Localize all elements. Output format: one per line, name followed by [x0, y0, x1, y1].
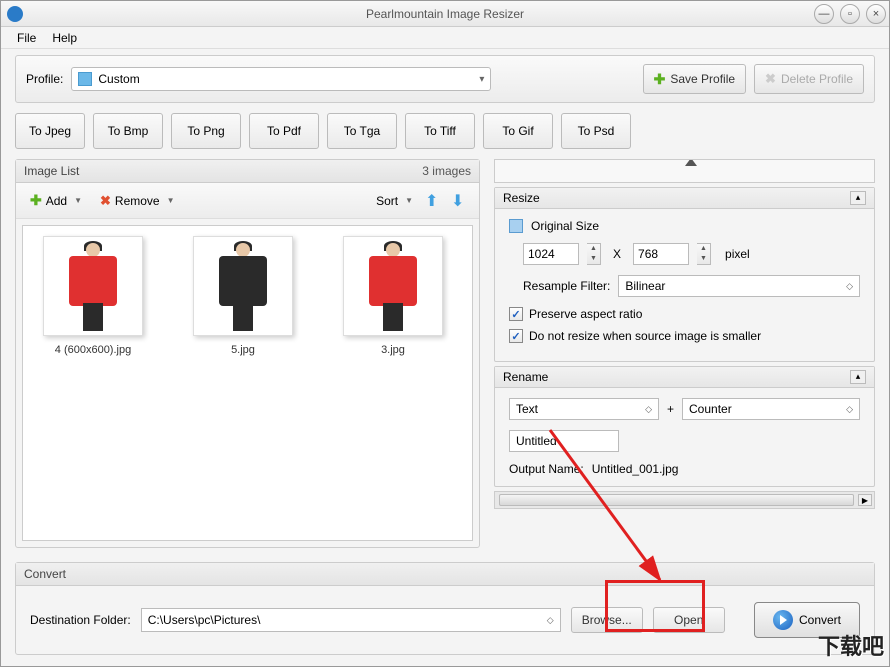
close-button[interactable]: ×	[866, 4, 886, 24]
format-tab-to-bmp[interactable]: To Bmp	[93, 113, 163, 149]
unit-label: pixel	[725, 247, 750, 261]
list-item[interactable]: 5.jpg	[183, 236, 303, 356]
delete-icon: ✖	[765, 71, 776, 87]
destination-label: Destination Folder:	[30, 613, 131, 627]
no-resize-smaller-checkbox[interactable]	[509, 329, 523, 343]
profile-value: Custom	[98, 72, 139, 86]
image-count: 3 images	[422, 164, 471, 178]
height-input[interactable]	[633, 243, 689, 265]
preserve-ratio-checkbox[interactable]	[509, 307, 523, 321]
collapse-button[interactable]: ▴	[850, 370, 866, 384]
rename-text-input[interactable]	[509, 430, 619, 452]
play-icon	[773, 610, 793, 630]
list-item[interactable]: 4 (600x600).jpg	[33, 236, 153, 356]
convert-panel: Convert Destination Folder: C:\Users\pc\…	[15, 562, 875, 655]
format-tab-to-tiff[interactable]: To Tiff	[405, 113, 475, 149]
format-tab-to-tga[interactable]: To Tga	[327, 113, 397, 149]
format-tab-to-png[interactable]: To Png	[171, 113, 241, 149]
move-down-button[interactable]: ⬇	[451, 191, 471, 211]
app-window: Pearlmountain Image Resizer — ▫ × File H…	[0, 0, 890, 667]
remove-icon: ✖	[100, 193, 111, 209]
quality-handle-icon	[685, 159, 697, 166]
image-list-title: Image List	[24, 164, 79, 178]
plus-icon: ✚	[30, 192, 42, 209]
save-profile-button[interactable]: ✚ Save Profile	[643, 64, 746, 94]
profile-bar: Profile: Custom ▾ ✚ Save Profile ✖ Delet…	[15, 55, 875, 103]
open-button[interactable]: Open	[653, 607, 725, 633]
chevron-down-icon: ▾	[479, 74, 484, 85]
resize-section: Resize ▴ Original Size ▲▼ X	[494, 187, 875, 362]
original-size-icon	[509, 219, 523, 233]
rename-mode1-select[interactable]: Text ◇	[509, 398, 659, 420]
rename-section: Rename ▴ Text ◇ + Counter ◇	[494, 366, 875, 487]
chevron-down-icon: ◇	[846, 281, 853, 292]
watermark: 下载吧	[818, 629, 884, 661]
image-list-toolbar: ✚ Add ▼ ✖ Remove ▼ Sort ▼ ⬆ ⬇	[16, 183, 479, 219]
panel-scrollbar[interactable]: ▶	[494, 491, 875, 509]
original-size-label: Original Size	[531, 219, 599, 233]
profile-select[interactable]: Custom ▾	[71, 67, 491, 91]
rename-title: Rename	[503, 370, 548, 384]
profile-label: Profile:	[26, 72, 63, 86]
no-resize-smaller-label: Do not resize when source image is small…	[529, 329, 761, 343]
sort-button[interactable]: Sort ▼	[370, 191, 419, 211]
profile-doc-icon	[78, 72, 92, 86]
format-tab-to-gif[interactable]: To Gif	[483, 113, 553, 149]
thumbnail-label: 3.jpg	[333, 344, 453, 356]
format-tab-to-psd[interactable]: To Psd	[561, 113, 631, 149]
output-name-label: Output Name:	[509, 462, 584, 476]
image-list-panel: Image List 3 images ✚ Add ▼ ✖ Remove ▼	[15, 159, 480, 548]
format-tab-to-pdf[interactable]: To Pdf	[249, 113, 319, 149]
right-panel: Resize ▴ Original Size ▲▼ X	[494, 159, 875, 548]
plus-icon: ✚	[654, 71, 666, 88]
chevron-down-icon: ▼	[74, 196, 82, 205]
menu-file[interactable]: File	[9, 29, 44, 47]
resize-title: Resize	[503, 191, 540, 205]
app-icon	[7, 6, 23, 22]
format-tab-to-jpeg[interactable]: To Jpeg	[15, 113, 85, 149]
width-spinner[interactable]: ▲▼	[587, 243, 601, 265]
chevron-down-icon: ◇	[645, 404, 652, 415]
preserve-ratio-label: Preserve aspect ratio	[529, 307, 642, 321]
menu-help[interactable]: Help	[44, 29, 85, 47]
format-tabs: To JpegTo BmpTo PngTo PdfTo TgaTo TiffTo…	[15, 113, 875, 149]
menubar: File Help	[1, 27, 889, 49]
rename-mode2-select[interactable]: Counter ◇	[682, 398, 860, 420]
filter-select[interactable]: Bilinear ◇	[618, 275, 860, 297]
window-title: Pearlmountain Image Resizer	[366, 7, 524, 21]
height-spinner[interactable]: ▲▼	[697, 243, 711, 265]
thumbnail-label: 5.jpg	[183, 344, 303, 356]
convert-title: Convert	[24, 567, 66, 581]
minimize-button[interactable]: —	[814, 4, 834, 24]
thumbnail-area: 4 (600x600).jpg 5.jpg 3.jpg	[22, 225, 473, 541]
quality-slider[interactable]	[494, 159, 875, 183]
destination-input[interactable]: C:\Users\pc\Pictures\ ◇	[141, 608, 561, 632]
maximize-button[interactable]: ▫	[840, 4, 860, 24]
width-input[interactable]	[523, 243, 579, 265]
chevron-down-icon: ◇	[547, 615, 554, 626]
output-name-value: Untitled_001.jpg	[592, 462, 679, 476]
remove-button[interactable]: ✖ Remove ▼	[94, 190, 181, 212]
chevron-down-icon: ▼	[405, 196, 413, 205]
scroll-right-icon[interactable]: ▶	[858, 494, 872, 506]
chevron-down-icon: ▼	[167, 196, 175, 205]
thumbnail-label: 4 (600x600).jpg	[33, 344, 153, 356]
chevron-down-icon: ◇	[846, 404, 853, 415]
filter-label: Resample Filter:	[523, 279, 610, 293]
list-item[interactable]: 3.jpg	[333, 236, 453, 356]
add-button[interactable]: ✚ Add ▼	[24, 189, 88, 212]
move-up-button[interactable]: ⬆	[425, 191, 445, 211]
titlebar: Pearlmountain Image Resizer — ▫ ×	[1, 1, 889, 27]
delete-profile-button: ✖ Delete Profile	[754, 64, 864, 94]
collapse-button[interactable]: ▴	[850, 191, 866, 205]
browse-button[interactable]: Browse...	[571, 607, 643, 633]
scroll-thumb[interactable]	[499, 494, 854, 506]
